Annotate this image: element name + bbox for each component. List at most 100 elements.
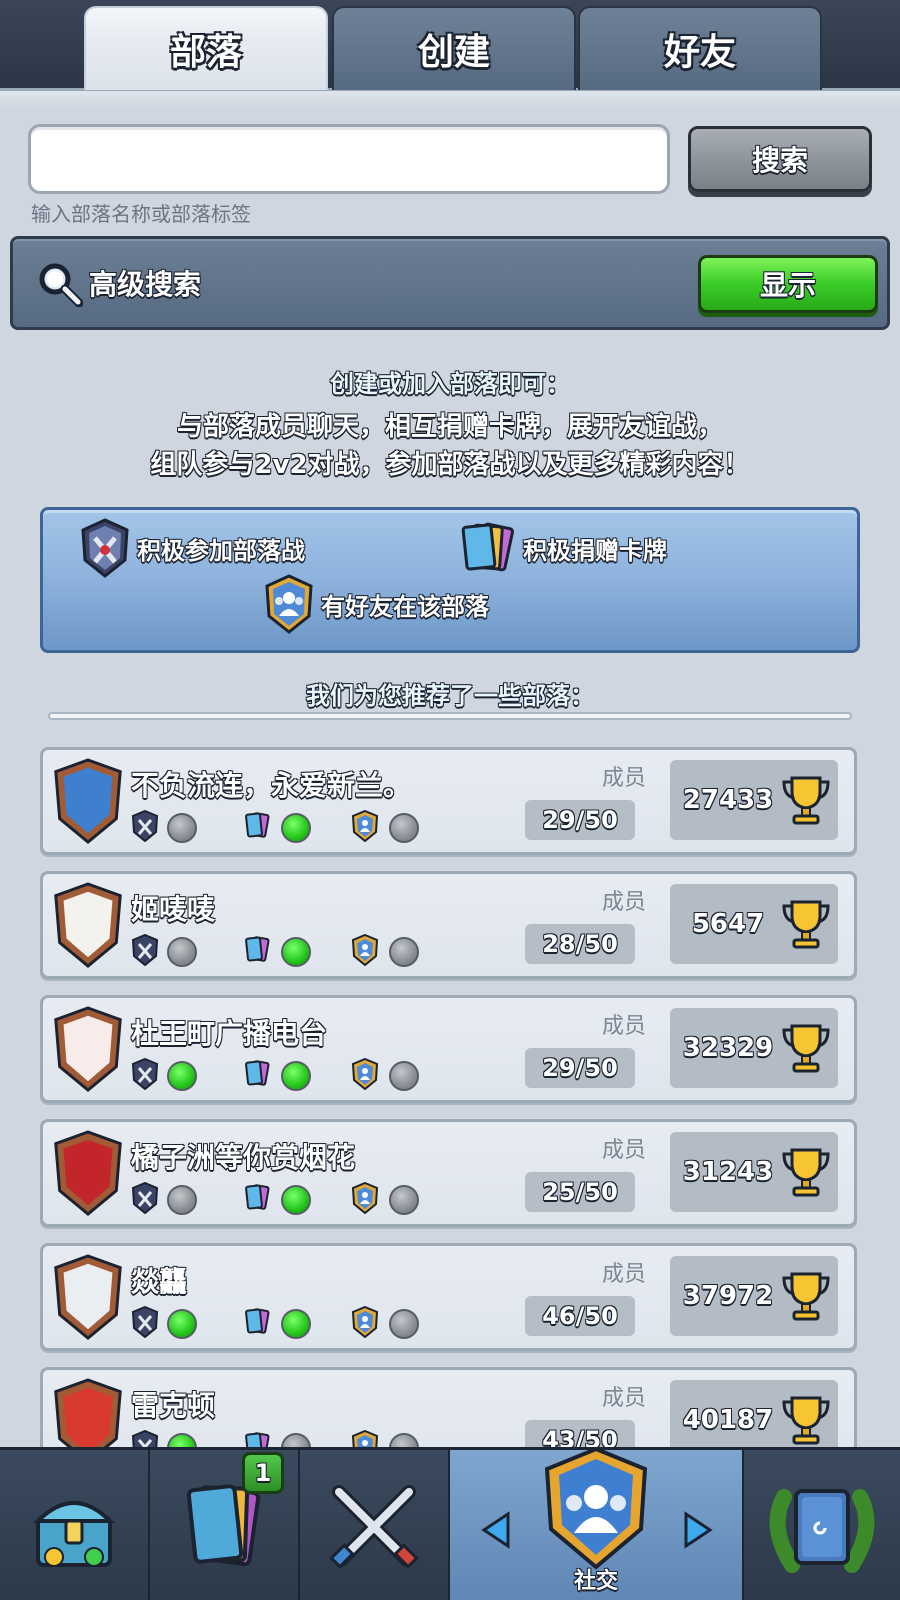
clan-war-icon: [131, 934, 159, 966]
donate-status-dot: [281, 813, 311, 843]
members-count: 28/50: [525, 924, 635, 964]
clan-search-input[interactable]: [28, 124, 670, 194]
arrow-right-icon[interactable]: [682, 1510, 714, 1550]
donate-cards-icon: [245, 936, 270, 962]
clan-name: 不负流连，永爱新兰。: [131, 769, 412, 802]
clan-row[interactable]: 不负流连，永爱新兰。 成员 29/50 27433: [40, 747, 857, 855]
friends-status-dot: [389, 1309, 419, 1339]
ninja-icon: [54, 758, 122, 844]
criteria-friends-label: 有好友在该部落: [321, 592, 489, 621]
crossed-swords-icon: [329, 1484, 419, 1569]
members-label: 成员: [601, 1386, 646, 1411]
friends-status-dot: [389, 813, 419, 843]
clan-name: 雷克顿: [131, 1389, 216, 1422]
red-cross-icon: [54, 882, 122, 968]
nav-battle[interactable]: [300, 1450, 450, 1600]
bottom-nav: 1 社交: [0, 1446, 900, 1600]
members-count: 29/50: [525, 1048, 635, 1088]
members-count: 25/50: [525, 1172, 635, 1212]
flame-icon: [54, 1130, 122, 1216]
magnifier-icon: [39, 263, 83, 307]
nav-social[interactable]: 社交: [450, 1446, 744, 1600]
criteria-war: 积极参加部落战: [79, 518, 305, 578]
search-hint: 输入部落名称或部落标签: [31, 202, 251, 226]
tab-clan[interactable]: 部落: [84, 6, 328, 90]
new-cards-badge: 1: [242, 1452, 284, 1494]
friends-status-dot: [389, 1185, 419, 1215]
show-filters-button[interactable]: 显示: [698, 255, 878, 313]
friends-in-clan-icon: [351, 810, 379, 842]
friends-in-clan-icon: [351, 1182, 379, 1214]
tab-create[interactable]: 创建: [332, 6, 576, 90]
friends-status-dot: [389, 937, 419, 967]
clan-trophies: 31243: [670, 1132, 838, 1212]
clan-trophies: 32329: [670, 1008, 838, 1088]
donate-status-dot: [281, 1185, 311, 1215]
trophy-icon: [782, 1396, 830, 1445]
clan-row[interactable]: 杜王町广播电台 成员 29/50 32329: [40, 995, 857, 1103]
members-label: 成员: [601, 766, 646, 791]
search-button[interactable]: 搜索: [688, 126, 872, 192]
clan-row[interactable]: 橘子洲等你赏烟花 成员 25/50 31243: [40, 1119, 857, 1227]
friends-in-clan-icon: [351, 934, 379, 966]
donate-cards-icon: [245, 1060, 270, 1086]
chest-icon: [33, 1500, 115, 1567]
trophy-icon: [782, 1272, 830, 1321]
laurel-events-icon: [769, 1488, 875, 1573]
friends-status-dot: [389, 1061, 419, 1091]
friends-in-clan-icon: [351, 1306, 379, 1338]
advanced-search-label: 高级搜索: [89, 268, 202, 301]
info-title: 创建或加入部落即可：: [330, 370, 570, 398]
nav-cards[interactable]: 1: [150, 1450, 300, 1600]
clan-criteria-panel: 积极参加部落战 积极捐赠卡牌 有好友在该部落: [40, 507, 860, 653]
donate-cards-icon: [245, 1184, 270, 1210]
trophy-count: 31243: [682, 1157, 774, 1187]
war-status-dot: [167, 1309, 197, 1339]
donate-cards-icon: [245, 1308, 270, 1334]
nav-events[interactable]: [744, 1450, 900, 1600]
clan-trophies: 37972: [670, 1256, 838, 1336]
tab-content-edge: [0, 88, 900, 110]
donate-status-dot: [281, 1061, 311, 1091]
clan-row[interactable]: 燚龘 成员 46/50 37972: [40, 1243, 857, 1351]
info-line-1: 与部落成员聊天，相互捐赠卡牌，展开友谊战，: [176, 412, 723, 442]
nav-social-label: 社交: [573, 1569, 618, 1594]
clan-name: 杜王町广播电台: [131, 1017, 328, 1050]
members-label: 成员: [601, 890, 646, 915]
donate-status-dot: [281, 937, 311, 967]
clan-name: 橘子洲等你赏烟花: [131, 1141, 356, 1174]
social-icon: [544, 1446, 648, 1570]
clan-war-icon: [131, 1182, 159, 1214]
trophy-icon: [782, 1024, 830, 1073]
trophy-count: 5647: [691, 909, 765, 939]
clan-name: 姬唛唛: [131, 893, 216, 926]
trophy-count: 32329: [682, 1033, 774, 1063]
war-status-dot: [167, 813, 197, 843]
recommend-title: 我们为您推荐了一些部落：: [306, 682, 594, 710]
clan-war-icon: [131, 1306, 159, 1338]
members-label: 成员: [601, 1138, 646, 1163]
members-label: 成员: [601, 1262, 646, 1287]
advanced-search-panel: 高级搜索 显示: [10, 236, 890, 330]
sakura-icon: [54, 1006, 122, 1092]
clan-war-icon: [131, 810, 159, 842]
clan-trophies: 5647: [670, 884, 838, 964]
arrow-left-icon[interactable]: [480, 1510, 512, 1550]
clan-row[interactable]: 姬唛唛 成员 28/50 5647: [40, 871, 857, 979]
donate-status-dot: [281, 1309, 311, 1339]
tab-friends[interactable]: 好友: [578, 6, 822, 90]
nav-shop[interactable]: [0, 1450, 150, 1600]
members-count: 29/50: [525, 800, 635, 840]
war-status-dot: [167, 937, 197, 967]
info-line-2: 组队参与2v2对战，参加部落战以及更多精彩内容！: [150, 450, 750, 480]
trophy-count: 37972: [682, 1281, 774, 1311]
donate-cards-icon: [245, 812, 270, 838]
clan-trophies: 27433: [670, 760, 838, 840]
clan-war-icon: [81, 518, 129, 578]
friends-in-clan-icon: [351, 1058, 379, 1090]
trophy-icon: [782, 776, 830, 825]
criteria-donate-label: 积极捐赠卡牌: [523, 536, 667, 565]
clan-name: 燚龘: [131, 1265, 188, 1298]
trophy-icon: [782, 900, 830, 949]
trophy-icon: [782, 1148, 830, 1197]
